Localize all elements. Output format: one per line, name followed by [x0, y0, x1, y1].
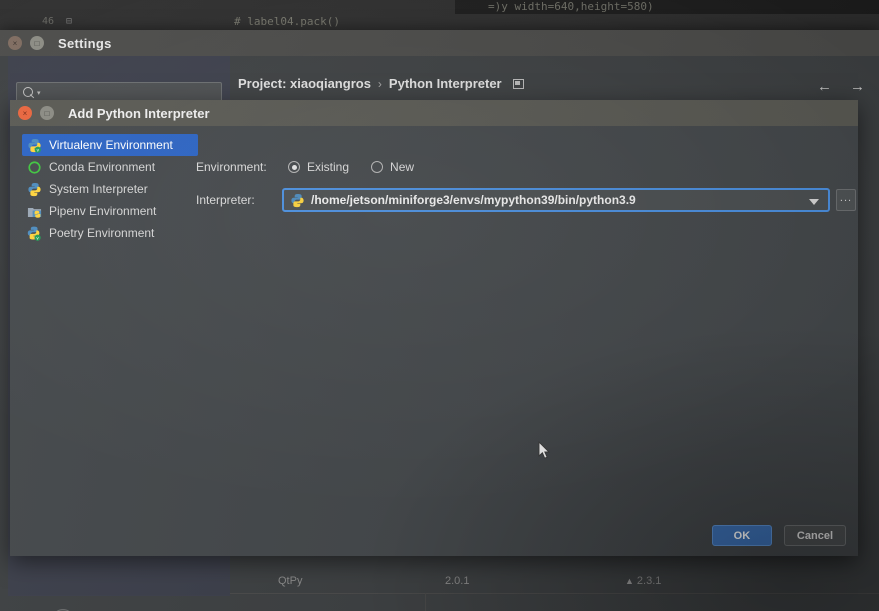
breadcrumb-page[interactable]: Python Interpreter: [389, 76, 502, 91]
package-latest-version: ▲ 2.3.1: [625, 575, 661, 587]
browse-button[interactable]: ...: [836, 189, 856, 211]
radio-new-label: New: [390, 160, 415, 174]
interpreter-row: Interpreter: /home/jetson/miniforge3/env…: [196, 188, 856, 212]
env-type-label: System Interpreter: [49, 182, 148, 196]
editor-code-line-right: =)y width=640,height=580): [488, 0, 654, 13]
python-icon: [27, 182, 42, 197]
package-table-row[interactable]: QtPy 2.0.1 ▲ 2.3.1: [230, 571, 879, 592]
settings-titlebar: × □ Settings: [0, 30, 879, 56]
env-type-conda[interactable]: Conda Environment: [22, 156, 198, 178]
env-type-pipenv[interactable]: Pipenv Environment: [22, 200, 198, 222]
settings-nav-arrows: ← →: [817, 78, 865, 95]
modal-close-icon[interactable]: ×: [18, 106, 32, 120]
radio-existing-label: Existing: [307, 160, 350, 174]
table-column-separator: [425, 593, 426, 611]
env-type-system-interpreter[interactable]: System Interpreter: [22, 178, 198, 200]
back-arrow-icon[interactable]: ←: [817, 78, 832, 95]
env-type-label: Pipenv Environment: [49, 204, 157, 218]
environment-type-list: v Virtualenv Environment Conda Environme…: [22, 134, 198, 244]
breadcrumb-separator: ›: [377, 76, 382, 91]
settings-maximize-icon[interactable]: □: [30, 36, 44, 50]
conda-icon: [27, 160, 42, 175]
screen-photo: 46 ⊟ # label04.pack() =)y width=640,heig…: [0, 0, 879, 611]
panel-icon[interactable]: [512, 78, 524, 89]
poetry-icon: v: [27, 226, 42, 241]
package-name: QtPy: [278, 575, 303, 587]
environment-row: Environment: Existing New: [196, 160, 856, 174]
interpreter-form: Environment: Existing New Interpreter: /…: [196, 160, 856, 226]
env-type-label: Poetry Environment: [49, 226, 155, 240]
interpreter-path-value: /home/jetson/miniforge3/envs/mypython39/…: [311, 193, 636, 207]
modal-cancel-button[interactable]: Cancel: [783, 525, 846, 546]
upgrade-arrow-icon: ▲: [625, 576, 634, 586]
interpreter-label: Interpreter:: [196, 193, 255, 207]
modal-maximize-icon[interactable]: □: [40, 106, 54, 120]
editor-line-number: 46: [42, 16, 55, 27]
modal-button-bar: OK Cancel: [711, 525, 846, 546]
breadcrumb-project[interactable]: Project: xiaoqiangros: [238, 76, 371, 91]
breadcrumb: Project: xiaoqiangros › Python Interpret…: [238, 76, 524, 91]
modal-ok-button[interactable]: OK: [711, 525, 772, 546]
radio-new-dot[interactable]: [371, 161, 384, 173]
settings-close-icon[interactable]: ×: [8, 36, 22, 50]
modal-titlebar: × □ Add Python Interpreter: [10, 100, 858, 126]
radio-existing-dot[interactable]: [288, 161, 300, 173]
chevron-down-icon[interactable]: [809, 199, 819, 205]
search-dropdown-icon[interactable]: ▾: [37, 90, 41, 97]
add-python-interpreter-dialog: × □ Add Python Interpreter v Virtualenv …: [10, 100, 858, 556]
env-type-poetry[interactable]: v Poetry Environment: [22, 222, 198, 244]
virtualenv-icon: v: [27, 138, 42, 153]
search-input[interactable]: [44, 86, 205, 101]
interpreter-combobox[interactable]: /home/jetson/miniforge3/envs/mypython39/…: [282, 188, 830, 212]
pipenv-icon: [27, 204, 42, 219]
env-type-virtualenv[interactable]: v Virtualenv Environment: [22, 134, 198, 156]
environment-label: Environment:: [196, 160, 267, 174]
table-divider: [230, 593, 879, 594]
code-editor-strip: 46 ⊟ # label04.pack() =)y width=640,heig…: [0, 0, 879, 30]
python-icon: [290, 193, 305, 208]
environment-radio-group: Existing New: [288, 160, 414, 174]
forward-arrow-icon[interactable]: →: [850, 78, 865, 95]
editor-code-line: # label04.pack(): [234, 15, 340, 28]
settings-window-title: Settings: [58, 35, 112, 51]
env-type-label: Conda Environment: [49, 160, 156, 174]
package-current-version: 2.0.1: [445, 575, 470, 587]
code-fold-icon[interactable]: ⊟: [66, 16, 72, 27]
search-icon: [23, 87, 36, 100]
modal-body: v Virtualenv Environment Conda Environme…: [10, 126, 858, 556]
env-type-label: Virtualenv Environment: [49, 138, 173, 152]
radio-new[interactable]: New: [371, 160, 414, 174]
radio-existing[interactable]: Existing: [288, 160, 349, 174]
modal-title: Add Python Interpreter: [68, 105, 210, 121]
package-latest-version-value: 2.3.1: [636, 575, 662, 587]
